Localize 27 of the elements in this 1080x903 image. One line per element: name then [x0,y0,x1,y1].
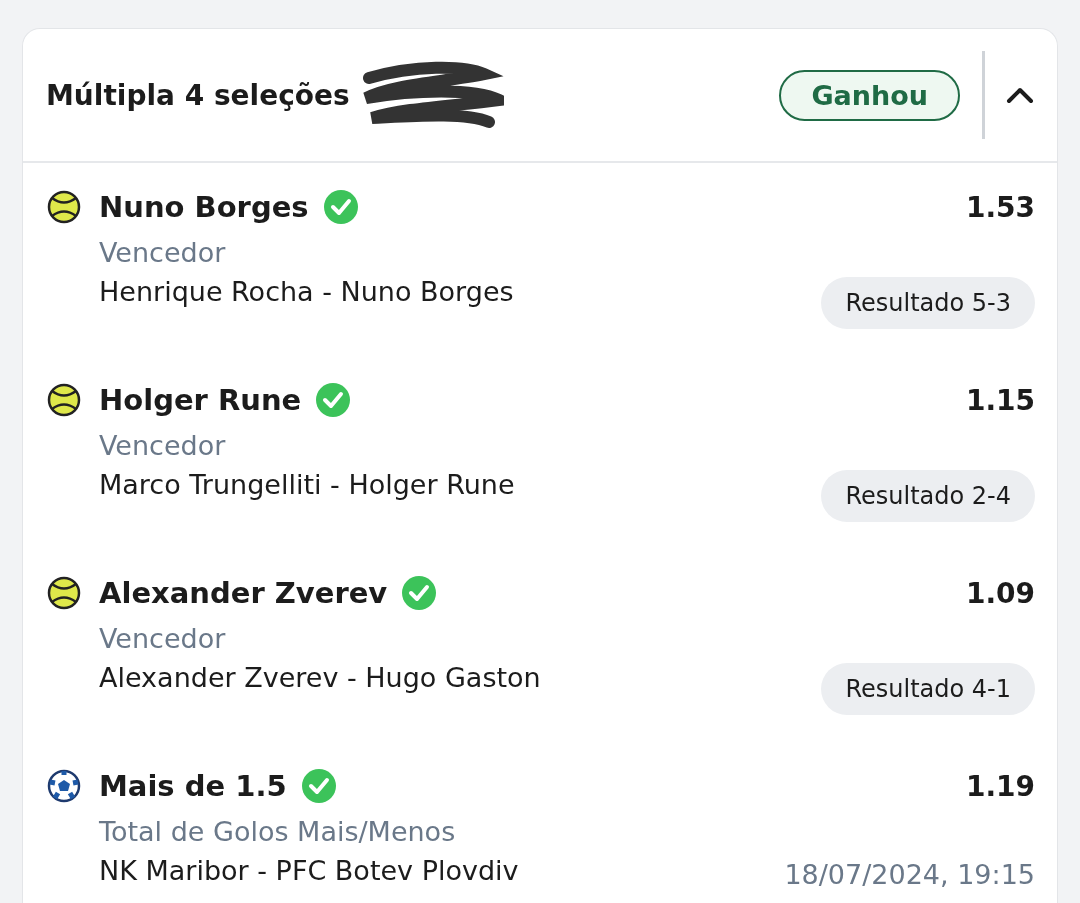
odds-value: 1.15 [965,383,1035,417]
market-label: Vencedor [99,236,227,270]
selection-name: Nuno Borges [99,190,309,224]
bet-title: Múltipla 4 seleções [46,78,350,112]
event-name: Alexander Zverev - Hugo Gaston [99,661,542,695]
result-badge: Resultado 2-4 [821,470,1035,522]
result-badge: Resultado 4-1 [821,663,1035,715]
selection-name: Alexander Zverev [99,576,388,610]
result-badge: Resultado 5-3 [821,277,1035,329]
event-date: 18/07/2024, 19:15 [784,859,1035,890]
odds-value: 1.53 [965,190,1035,224]
status-badge: Ganhou [779,69,960,121]
tennis-ball-icon [47,576,81,610]
selection-name: Holger Rune [99,383,302,417]
chevron-up-icon [1005,85,1035,105]
market-label: Total de Golos Mais/Menos [99,815,457,849]
event-name: NK Maribor - PFC Botev Plovdiv [99,854,520,888]
football-icon [47,769,81,803]
tennis-ball-icon [47,383,81,417]
event-name: Henrique Rocha - Nuno Borges [99,275,515,309]
odds-value: 1.09 [965,576,1035,610]
event-name: Marco Trungelliti - Holger Rune [99,468,516,502]
odds-value: 1.19 [965,769,1035,803]
tennis-ball-icon [47,190,81,224]
market-label: Vencedor [99,622,227,656]
selection-name: Mais de 1.5 [99,769,287,803]
market-label: Vencedor [99,429,227,463]
